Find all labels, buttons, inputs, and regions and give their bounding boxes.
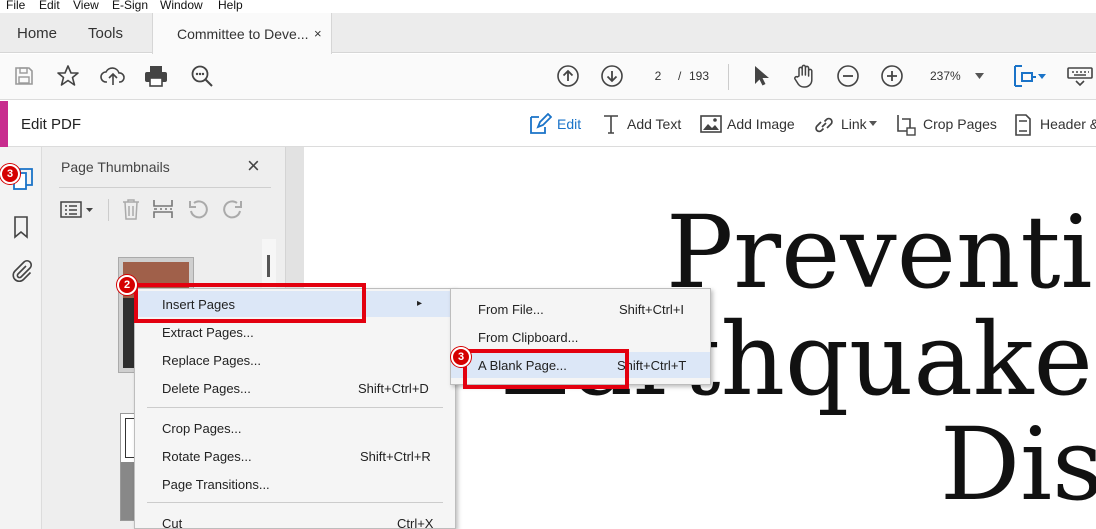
add-text-label: Add Text bbox=[627, 116, 682, 132]
submenu-arrow-icon: ▸ bbox=[417, 298, 423, 309]
menu-help[interactable]: Help bbox=[218, 0, 243, 11]
highlight-insert-pages bbox=[134, 283, 366, 323]
select-cursor-icon[interactable] bbox=[751, 64, 771, 88]
menu-item-rotate-pages[interactable]: Rotate Pages... Shift+Ctrl+R bbox=[135, 443, 455, 469]
zoom-dropdown-icon[interactable] bbox=[975, 73, 984, 79]
panel-toolbar-divider bbox=[108, 199, 109, 221]
step-badge-insert: 2 bbox=[117, 275, 137, 295]
bookmark-icon[interactable] bbox=[13, 215, 29, 239]
menu-separator bbox=[147, 407, 443, 408]
page-context-menu: Insert Pages ▸ Extract Pages... Replace … bbox=[134, 288, 456, 529]
edit-label: Edit bbox=[557, 116, 582, 132]
zoom-out-icon[interactable] bbox=[836, 64, 860, 88]
step-badge-blank: 3 bbox=[451, 347, 471, 367]
tab-document-label: Committee to Deve... bbox=[177, 26, 309, 42]
next-page-icon[interactable] bbox=[600, 64, 624, 88]
image-icon bbox=[700, 115, 722, 133]
insert-page-icon[interactable] bbox=[152, 198, 174, 220]
highlight-blank-page bbox=[463, 349, 629, 389]
save-icon[interactable] bbox=[13, 65, 35, 87]
zoom-level[interactable]: 237% bbox=[930, 69, 961, 83]
rotate-clockwise-icon[interactable] bbox=[221, 199, 243, 219]
hand-tool-icon[interactable] bbox=[792, 63, 818, 89]
tool-accent-bar bbox=[0, 101, 8, 147]
text-icon bbox=[602, 114, 620, 134]
link-label: Link bbox=[841, 116, 867, 132]
panel-divider bbox=[59, 187, 271, 188]
menu-separator bbox=[147, 502, 443, 503]
crop-pages-label: Crop Pages bbox=[923, 116, 997, 132]
tab-document[interactable]: Committee to Deve... × bbox=[152, 13, 332, 54]
attachment-icon[interactable] bbox=[11, 259, 33, 283]
app-window: File Edit View E-Sign Window Help Home T… bbox=[0, 0, 1096, 529]
tab-home[interactable]: Home bbox=[17, 13, 57, 53]
menu-edit[interactable]: Edit bbox=[39, 0, 60, 11]
link-dropdown-icon bbox=[869, 121, 877, 126]
add-image-label: Add Image bbox=[727, 116, 795, 132]
menu-item-label: Delete Pages... bbox=[162, 381, 251, 396]
edit-pdf-toolbar: Edit PDF Edit Add Text Add Image Link Cr… bbox=[0, 101, 1096, 147]
menu-item-replace-pages[interactable]: Replace Pages... bbox=[135, 347, 455, 373]
star-icon[interactable] bbox=[56, 64, 80, 88]
close-panel-icon[interactable]: × bbox=[247, 155, 260, 177]
heading-line-1: Preventir bbox=[666, 194, 1096, 311]
menu-item-label: Crop Pages... bbox=[162, 421, 242, 436]
page-total: 193 bbox=[689, 69, 710, 83]
menu-bar: File Edit View E-Sign Window Help bbox=[0, 0, 1096, 13]
heading-line-3: Disa bbox=[940, 406, 1096, 523]
delete-page-icon[interactable] bbox=[121, 198, 141, 220]
header-footer-label: Header & bbox=[1040, 116, 1096, 132]
header-footer-icon bbox=[1014, 113, 1032, 137]
page-separator: / bbox=[678, 69, 682, 83]
zoom-search-icon[interactable] bbox=[190, 64, 214, 88]
menu-item-label: Page Transitions... bbox=[162, 477, 270, 492]
toolbar-divider bbox=[728, 64, 729, 90]
menu-item-label: Extract Pages... bbox=[162, 325, 254, 340]
menu-item-crop-pages[interactable]: Crop Pages... bbox=[135, 415, 455, 441]
previous-page-icon[interactable] bbox=[556, 64, 580, 88]
page-number-input[interactable] bbox=[644, 66, 672, 86]
keyboard-icon[interactable] bbox=[1067, 65, 1093, 87]
tab-bar: Home Tools Committee to Deve... × bbox=[0, 13, 1096, 54]
navigation-rail bbox=[0, 147, 42, 529]
menu-item-label: From File... bbox=[478, 302, 544, 317]
menu-item-label: Rotate Pages... bbox=[162, 449, 252, 464]
menu-esign[interactable]: E-Sign bbox=[112, 0, 148, 11]
tool-title: Edit PDF bbox=[21, 116, 82, 133]
rotate-counterclockwise-icon[interactable] bbox=[188, 199, 210, 219]
menu-item-label: From Clipboard... bbox=[478, 330, 579, 345]
thumbnail-options-icon[interactable] bbox=[60, 201, 96, 219]
submenu-item-from-clipboard[interactable]: From Clipboard... bbox=[451, 324, 710, 350]
link-icon bbox=[813, 114, 835, 136]
main-toolbar: / 193 237% bbox=[0, 54, 1096, 100]
menu-item-shortcut: Shift+Ctrl+I bbox=[619, 302, 685, 317]
menu-file[interactable]: File bbox=[6, 0, 25, 11]
menu-window[interactable]: Window bbox=[160, 0, 203, 11]
page-view-icon[interactable] bbox=[1012, 63, 1048, 89]
menu-item-label: Replace Pages... bbox=[162, 353, 262, 368]
crop-icon bbox=[895, 113, 917, 137]
edit-icon bbox=[528, 113, 552, 135]
close-tab-icon[interactable]: × bbox=[314, 13, 322, 55]
menu-item-cut[interactable]: Cut Ctrl+X bbox=[135, 510, 455, 529]
menu-view[interactable]: View bbox=[73, 0, 99, 11]
panel-title: Page Thumbnails bbox=[61, 159, 170, 175]
menu-item-label: Cut bbox=[162, 516, 183, 529]
cloud-upload-icon[interactable] bbox=[100, 64, 126, 88]
tab-tools[interactable]: Tools bbox=[88, 13, 123, 53]
menu-item-delete-pages[interactable]: Delete Pages... Shift+Ctrl+D bbox=[135, 375, 455, 401]
menu-item-page-transitions[interactable]: Page Transitions... bbox=[135, 471, 455, 497]
zoom-in-icon[interactable] bbox=[880, 64, 904, 88]
menu-item-shortcut: Shift+Ctrl+D bbox=[358, 381, 429, 396]
submenu-item-from-file[interactable]: From File... Shift+Ctrl+I bbox=[451, 296, 710, 322]
step-badge-rail: 3 bbox=[0, 164, 20, 184]
menu-item-shortcut: Shift+Ctrl+R bbox=[360, 449, 431, 464]
menu-item-shortcut: Ctrl+X bbox=[397, 516, 434, 529]
print-icon[interactable] bbox=[143, 64, 169, 88]
scrollbar-thumb[interactable] bbox=[267, 255, 270, 277]
